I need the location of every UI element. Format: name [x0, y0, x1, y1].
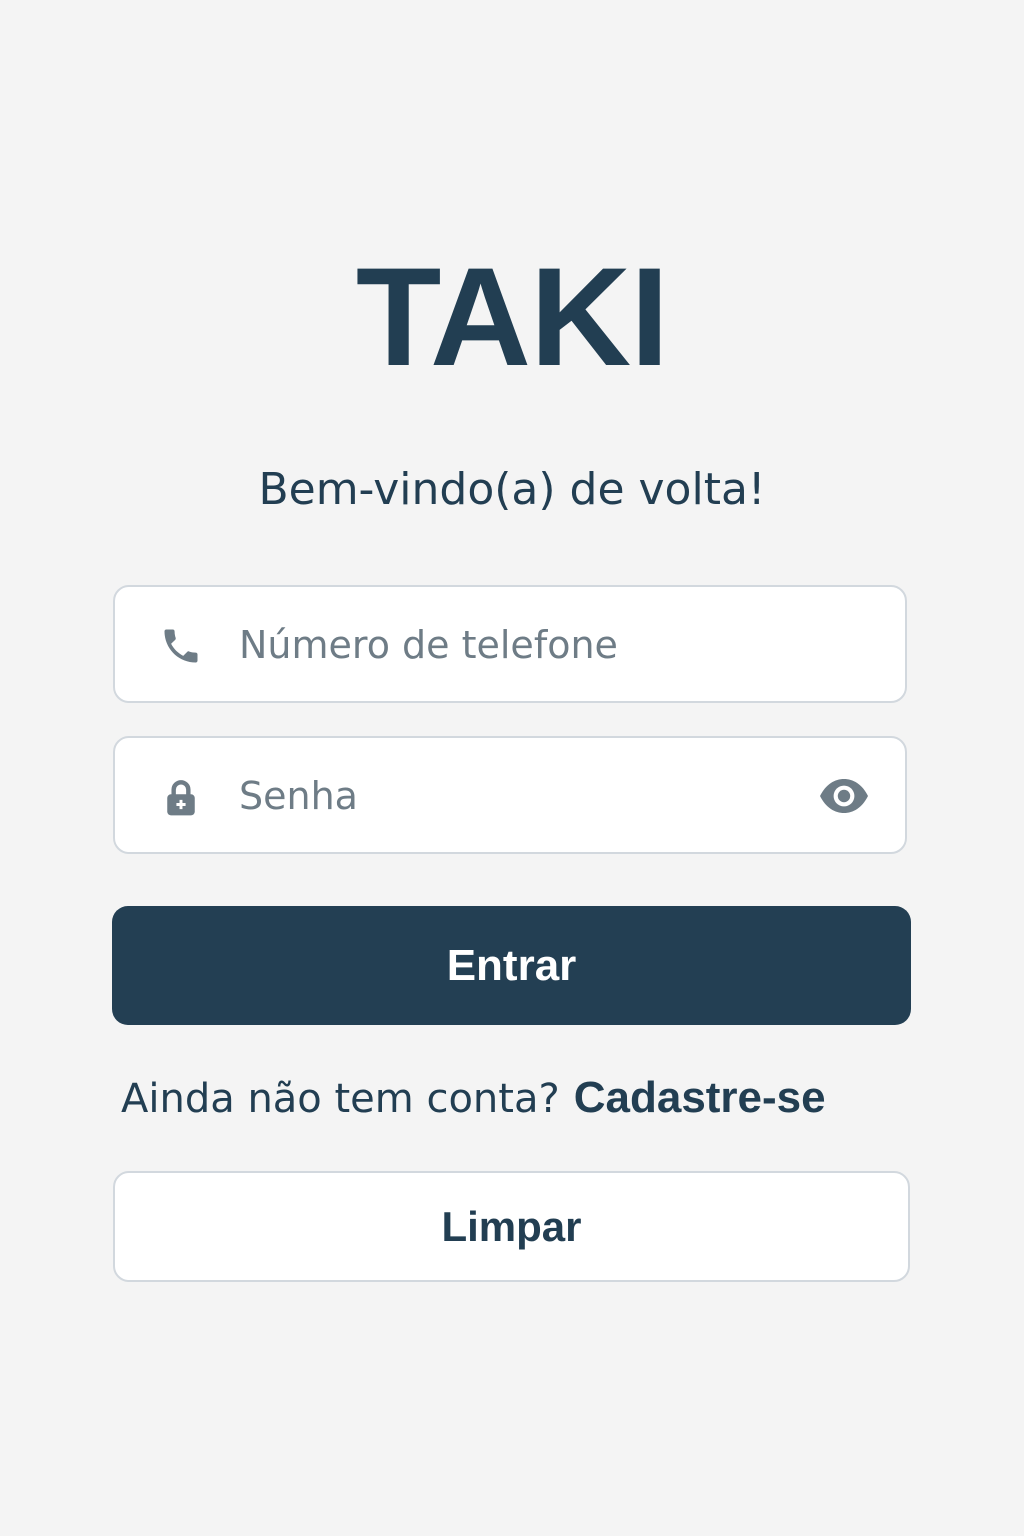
phone-field[interactable] — [113, 585, 907, 703]
password-field[interactable] — [113, 736, 907, 854]
signup-prompt: Ainda não tem conta? — [121, 1076, 560, 1122]
password-input[interactable] — [239, 760, 779, 832]
lock-icon — [159, 775, 203, 819]
welcome-heading: Bem-vindo(a) de volta! — [258, 464, 766, 515]
signup-row: Ainda não tem conta? Cadastre-se — [121, 1068, 826, 1128]
login-button[interactable]: Entrar — [112, 906, 911, 1025]
signup-link[interactable]: Cadastre-se — [574, 1073, 826, 1122]
eye-icon[interactable] — [817, 773, 871, 819]
phone-icon — [159, 624, 203, 668]
clear-button[interactable]: Limpar — [113, 1171, 910, 1282]
phone-input[interactable] — [239, 609, 779, 681]
app-logo: TAKI — [355, 238, 669, 395]
